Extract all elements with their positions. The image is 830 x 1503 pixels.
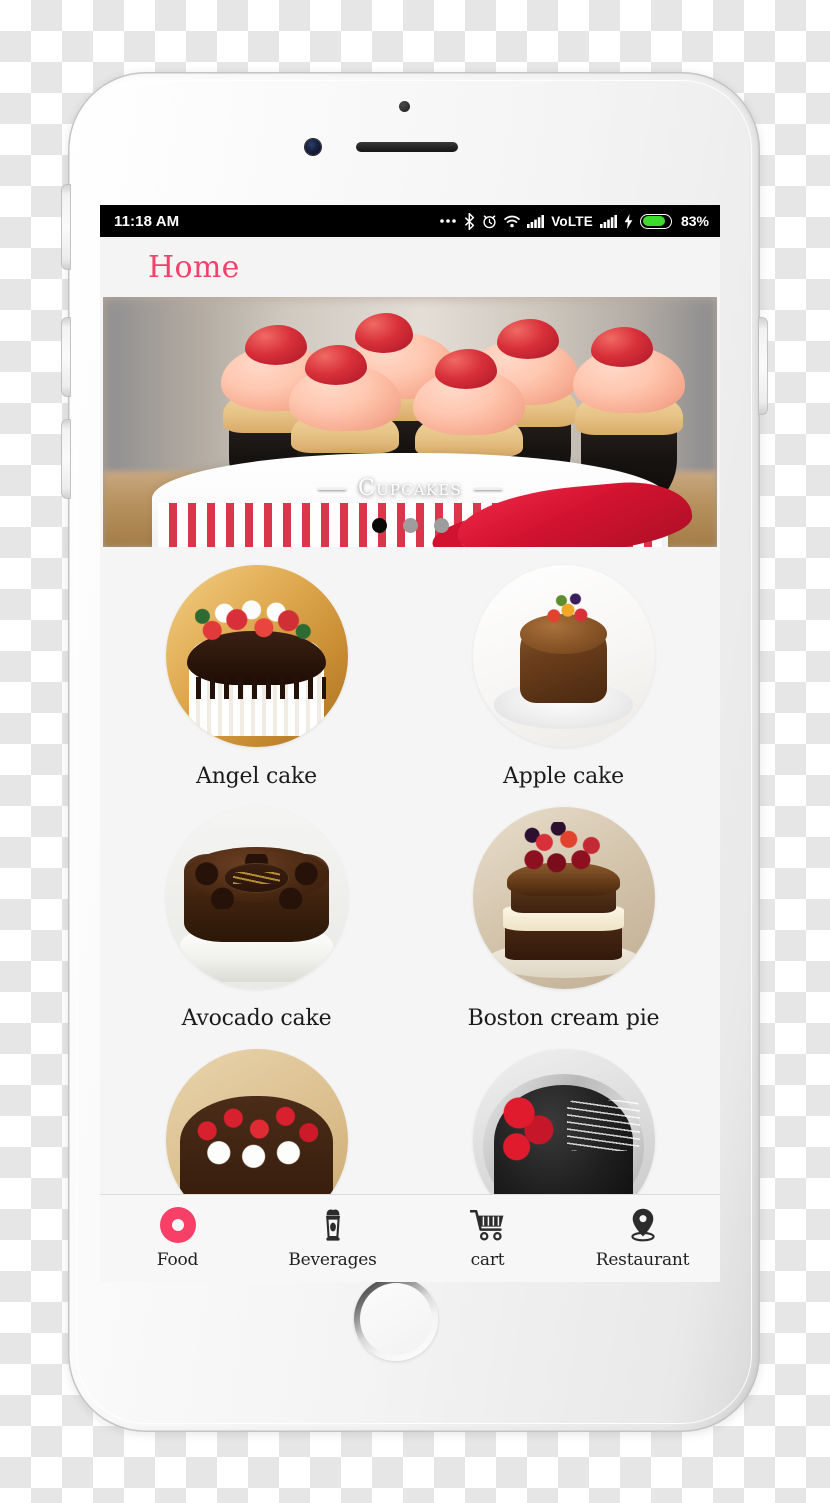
banner-image (103, 297, 717, 547)
product-label: Avocado cake (181, 1006, 332, 1031)
phone-screen: 11:18 AM VoLTE 83% Home Cupcakes Angel c… (100, 205, 720, 1282)
bottom-navigation-bar: Food Beverages cart Restaurant (100, 1194, 720, 1282)
status-bar: 11:18 AM VoLTE 83% (100, 205, 720, 237)
banner-carousel[interactable]: Cupcakes (103, 297, 717, 547)
charging-bolt-icon (624, 213, 633, 229)
product-angel-cake[interactable]: Angel cake (103, 547, 410, 789)
nav-item-restaurant[interactable]: Restaurant (565, 1207, 720, 1270)
product-label: Apple cake (503, 764, 624, 789)
location-pin-icon (629, 1207, 657, 1243)
carousel-dot-2[interactable] (402, 518, 418, 533)
silent-switch[interactable] (62, 185, 70, 269)
caption-dash-right (473, 487, 502, 490)
alarm-clock-icon (482, 214, 497, 229)
app-bar: Home (100, 237, 720, 297)
carousel-dot-1[interactable] (371, 518, 387, 533)
product-thumbnail[interactable] (472, 565, 655, 747)
product-boston-cream-pie[interactable]: Boston cream pie (410, 789, 717, 1031)
battery-percent-label: 83% (680, 213, 709, 229)
home-button[interactable] (354, 1277, 438, 1361)
page-title: Home (148, 249, 240, 285)
power-button[interactable] (759, 318, 767, 414)
caption-dash-left (318, 487, 347, 490)
donut-icon (159, 1207, 196, 1243)
product-thumbnail[interactable] (165, 565, 348, 747)
product-thumbnail[interactable] (165, 807, 348, 989)
banner-caption-text: Cupcakes (358, 476, 462, 501)
signal-bars-icon (527, 214, 545, 228)
carousel-dots[interactable] (103, 518, 717, 533)
volume-up-button[interactable] (62, 318, 70, 396)
product-label: Boston cream pie (467, 1006, 660, 1031)
milkshake-icon (320, 1207, 346, 1243)
volte-label: VoLTE (551, 213, 593, 229)
status-bar-icons: VoLTE 83% (439, 212, 709, 230)
nav-item-cart[interactable]: cart (410, 1207, 565, 1270)
product-avocado-cake[interactable]: Avocado cake (103, 789, 410, 1031)
earpiece-speaker (356, 142, 458, 152)
battery-fill (642, 216, 665, 226)
status-bar-clock: 11:18 AM (114, 212, 180, 230)
more-overflow-icon (439, 218, 457, 224)
proximity-sensor (399, 101, 410, 112)
nav-label-beverages: Beverages (288, 1250, 377, 1270)
banner-caption: Cupcakes (103, 476, 717, 501)
nav-label-restaurant: Restaurant (595, 1250, 690, 1270)
product-thumbnail[interactable] (472, 807, 655, 989)
volume-down-button[interactable] (62, 420, 70, 498)
battery-icon (639, 213, 672, 229)
nav-label-cart: cart (470, 1250, 505, 1270)
nav-label-food: Food (156, 1250, 199, 1270)
product-apple-cake[interactable]: Apple cake (410, 547, 717, 789)
bluetooth-icon (464, 212, 475, 230)
front-camera (305, 139, 321, 155)
product-label: Angel cake (196, 764, 317, 789)
carousel-dot-3[interactable] (433, 518, 449, 533)
signal-bars-secondary-icon (599, 214, 617, 228)
wifi-icon (504, 215, 521, 228)
product-grid: Angel cake Apple cake Avocado cake Bosto… (100, 547, 720, 1248)
scroll-content[interactable]: Cupcakes Angel cake Apple cake Avocado c… (100, 297, 720, 1282)
shopping-cart-icon (469, 1207, 506, 1243)
nav-item-food[interactable]: Food (100, 1207, 255, 1270)
nav-item-beverages[interactable]: Beverages (255, 1207, 410, 1270)
